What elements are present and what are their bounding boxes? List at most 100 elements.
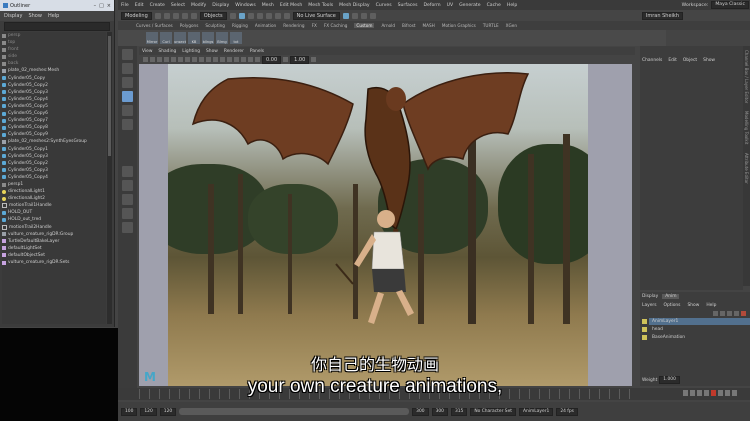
delete-layer-icon[interactable]	[741, 310, 746, 316]
open-scene-icon[interactable]	[163, 12, 170, 19]
snap-surface-icon[interactable]	[283, 12, 290, 19]
channel-box-tab[interactable]: Channel Box / Layer Editor	[744, 50, 749, 103]
shelf-tab-turtle[interactable]: TURTLE	[483, 23, 499, 28]
outliner-item[interactable]: vulture_creature_rigDR:Sets	[2, 259, 106, 266]
menu-deform[interactable]: Deform	[424, 3, 441, 8]
menu-select[interactable]: Select	[171, 3, 185, 8]
snap-grid-icon[interactable]	[256, 12, 263, 19]
shelf-button-unsecti[interactable]: unsecti	[174, 32, 186, 44]
maximize-icon[interactable]: □	[99, 3, 104, 9]
field-chart-icon[interactable]	[199, 57, 204, 62]
display-layers-tab[interactable]: Display	[642, 294, 658, 299]
outliner-item[interactable]: Cylinder05_Copy	[2, 75, 106, 82]
shelf-button-bllngs[interactable]: bllngs	[202, 32, 214, 44]
shelf-tab-rendering[interactable]: Rendering	[283, 23, 304, 28]
resolution-gate-icon[interactable]	[185, 57, 190, 62]
selection-mode-dropdown[interactable]: Objects	[199, 11, 227, 20]
outliner-item[interactable]: directionalLight1	[2, 188, 106, 195]
outliner-menu-display[interactable]: Display	[4, 13, 22, 19]
color-management-icon[interactable]	[311, 57, 317, 62]
layer-show-menu[interactable]: Show	[687, 303, 699, 308]
camera-attributes-icon[interactable]	[150, 57, 155, 62]
outliner-item[interactable]: Cylinder05_Copy3	[2, 153, 106, 160]
smooth-shade-icon[interactable]	[220, 57, 225, 62]
shadows-icon[interactable]	[241, 57, 246, 62]
lights-icon[interactable]	[234, 57, 239, 62]
select-tool-icon[interactable]	[122, 49, 133, 60]
outliner-search-input[interactable]	[4, 22, 110, 31]
outliner-item[interactable]: back	[2, 60, 106, 67]
outliner-scrollbar[interactable]	[107, 32, 112, 324]
shelf-tab-xgen[interactable]: XGen	[506, 23, 517, 28]
shelf-button-txt[interactable]: txt	[230, 32, 242, 44]
shelf-button-blrng[interactable]: Blrng	[216, 32, 228, 44]
gate-mask-icon[interactable]	[192, 57, 197, 62]
range-slider-start[interactable]: 120	[159, 407, 177, 416]
outliner-menu-show[interactable]: Show	[28, 13, 42, 19]
menu-edit-mesh[interactable]: Edit Mesh	[280, 3, 302, 8]
new-layer-from-selection-icon[interactable]	[734, 310, 739, 316]
outliner-item[interactable]: Cylinder05_Copy9	[2, 131, 106, 138]
wireframe-icon[interactable]	[213, 57, 218, 62]
shelf-tab-sculpting[interactable]: Sculpting	[205, 23, 225, 28]
outliner-item[interactable]: defaultLightSet	[2, 245, 106, 252]
outliner-layout-icon[interactable]	[122, 208, 133, 219]
shelf-tab-fx-caching[interactable]: FX Caching	[324, 23, 348, 28]
mode-dropdown[interactable]: Modeling	[121, 11, 152, 20]
render-settings-icon[interactable]	[369, 12, 376, 19]
four-pane-layout-icon[interactable]	[122, 180, 133, 191]
side-by-side-layout-icon[interactable]	[122, 194, 133, 205]
workspace-dropdown[interactable]: Maya Classic	[711, 1, 749, 9]
shelf-button-mirror[interactable]: Mirror	[146, 32, 158, 44]
outliner-item[interactable]: Cylinder05_Copy3	[2, 89, 106, 96]
menu-help[interactable]: Help	[507, 3, 517, 8]
animation-start-field[interactable]: 100	[121, 407, 138, 416]
channel-object-menu[interactable]: Object	[683, 58, 697, 63]
live-surface-field[interactable]: No Live Surface	[292, 11, 340, 20]
image-plane-icon[interactable]	[164, 57, 169, 62]
close-icon[interactable]: ×	[107, 3, 111, 9]
outliner-item[interactable]: front	[2, 46, 106, 53]
panel-menu-view[interactable]: View	[142, 49, 152, 54]
menu-modify[interactable]: Modify	[191, 3, 206, 8]
save-scene-icon[interactable]	[172, 12, 179, 19]
outliner-item[interactable]: HOLD_out_tred	[2, 216, 106, 223]
anim-layer-dropdown[interactable]: AnimLayer1	[519, 407, 554, 416]
shelf-button-kb[interactable]: KB	[188, 32, 200, 44]
paint-select-tool-icon[interactable]	[122, 77, 133, 88]
anim-layers-tab[interactable]: Anim	[662, 294, 680, 299]
move-tool-icon[interactable]	[122, 91, 133, 102]
isolate-select-icon[interactable]	[248, 57, 253, 62]
shelf-tab-polygons[interactable]: Polygons	[180, 23, 199, 28]
ipr-render-icon[interactable]	[360, 12, 367, 19]
panel-menu-panels[interactable]: Panels	[250, 49, 264, 54]
outliner-item[interactable]: plate_02_meshes:Mesh	[2, 67, 106, 74]
outliner-scroll-thumb[interactable]	[108, 36, 111, 156]
menu-file[interactable]: File	[121, 3, 129, 8]
outliner-item[interactable]: Cylinder05_Copy1	[2, 146, 106, 153]
range-slider-track[interactable]	[179, 408, 410, 415]
outliner-item[interactable]: Cylinder05_Copy2	[2, 160, 106, 167]
menu-windows[interactable]: Windows	[235, 3, 256, 8]
attribute-editor-tab[interactable]: Attribute Editor	[744, 153, 749, 184]
exposure-field[interactable]: 0.00	[262, 55, 282, 64]
outliner-item[interactable]: HOLD_OUT	[2, 209, 106, 216]
outliner-item[interactable]: TurtleDefaultBakeLayer	[2, 238, 106, 245]
outliner-item[interactable]: Cylinder05_Copy5	[2, 103, 106, 110]
character-set-dropdown[interactable]: No Character Set	[470, 407, 516, 416]
bookmark-icon[interactable]	[157, 57, 162, 62]
menu-uv[interactable]: UV	[447, 3, 454, 8]
modelling-toolkit-tab[interactable]: Modelling Toolkit	[744, 111, 749, 144]
safe-action-icon[interactable]	[206, 57, 211, 62]
outliner-item[interactable]: motionTrail2Handle	[2, 224, 106, 231]
gamma-field[interactable]: 1.00	[290, 55, 310, 64]
select-hierarchy-icon[interactable]	[229, 12, 236, 19]
outliner-item[interactable]: Cylinder05_Copy3	[2, 167, 106, 174]
outliner-item[interactable]: Cylinder05_Copy8	[2, 124, 106, 131]
anim-layer-row[interactable]: head	[640, 325, 750, 333]
outliner-item[interactable]: vulture_creature_rigDR:Group	[2, 231, 106, 238]
menu-generate[interactable]: Generate	[459, 3, 480, 8]
outliner-item[interactable]: persp	[2, 32, 106, 39]
viewport[interactable]: M	[139, 64, 632, 386]
channel-edit-menu[interactable]: Edit	[668, 58, 677, 63]
